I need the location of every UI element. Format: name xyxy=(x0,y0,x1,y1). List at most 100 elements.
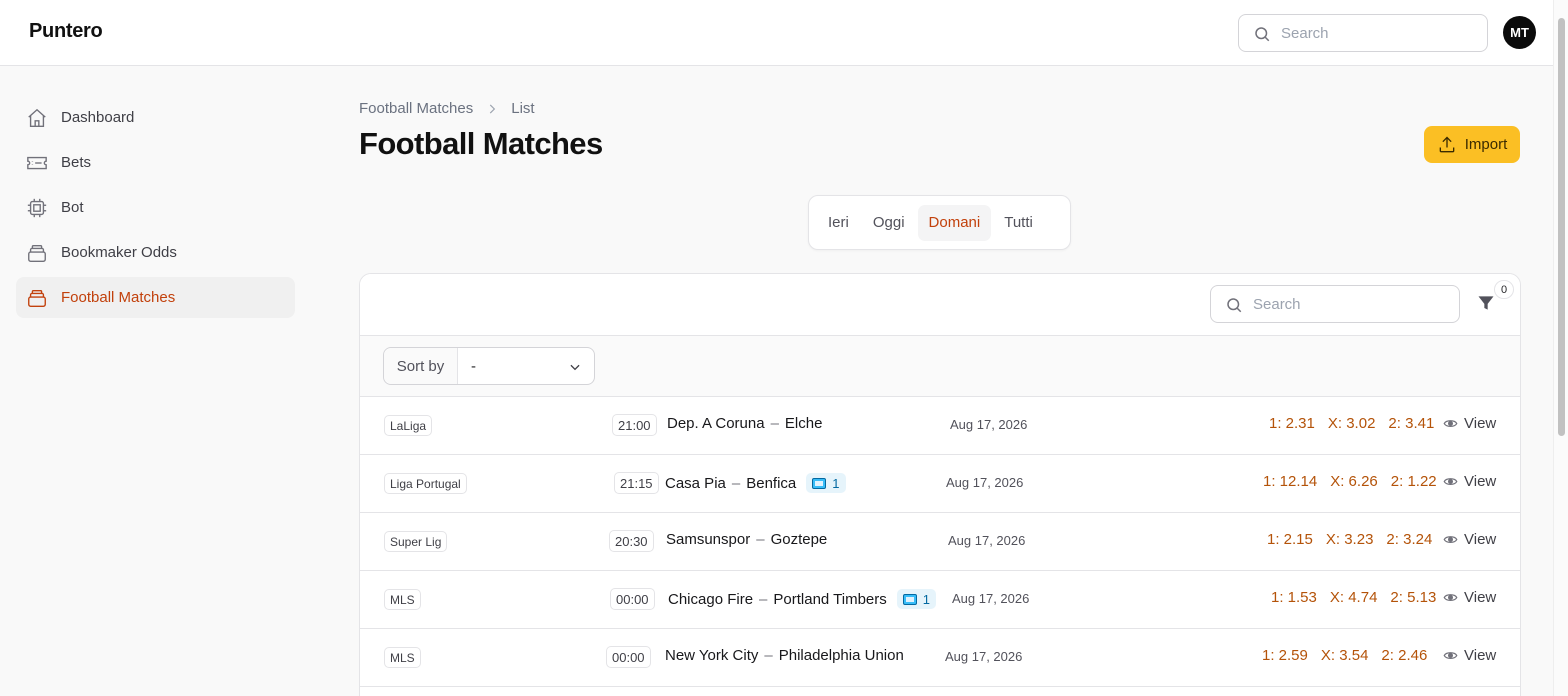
match-teams: New York City – Philadelphia Union xyxy=(665,647,904,664)
search-placeholder: Search xyxy=(1253,296,1301,313)
scrollbar-thumb[interactable] xyxy=(1558,18,1565,436)
odds-home: 1: 2.15 xyxy=(1267,531,1313,548)
away-team: Elche xyxy=(784,415,823,432)
search-icon xyxy=(1227,298,1242,313)
sort-value[interactable]: - xyxy=(458,348,594,384)
view-label: View xyxy=(1464,473,1497,490)
kickoff-time: 20:30 xyxy=(609,530,654,552)
league-badge: LaLiga xyxy=(384,415,433,436)
import-button[interactable]: Import xyxy=(1424,126,1520,163)
match-date: Aug 17, 2026 xyxy=(945,649,1023,664)
sort-value-text: - xyxy=(471,357,476,375)
view-label: View xyxy=(1464,647,1497,664)
breadcrumb-current: List xyxy=(511,100,535,117)
table-row[interactable]: Liga Portugal 21:15 Casa Pia – Benfica 1 A… xyxy=(360,455,1520,513)
sort-bar: Sort by - xyxy=(360,336,1520,397)
home-icon xyxy=(25,106,49,130)
view-link[interactable]: View xyxy=(1443,415,1496,432)
odds-home: 1: 12.14 xyxy=(1263,473,1318,490)
eye-icon xyxy=(1443,594,1458,601)
sidebar-item-football-matches[interactable]: Football Matches xyxy=(16,277,295,318)
sidebar-item-bot[interactable]: Bot xyxy=(16,187,295,228)
sidebar-item-bookmaker-odds[interactable]: Bookmaker Odds xyxy=(16,232,295,273)
table-search-input[interactable]: Search xyxy=(1210,285,1460,323)
filter-button[interactable] xyxy=(1476,293,1496,318)
view-link[interactable]: View xyxy=(1443,473,1496,490)
team-separator: – xyxy=(731,474,741,492)
eye-icon xyxy=(1443,478,1458,485)
odds-away: 2: 3.24 xyxy=(1386,531,1433,548)
view-label: View xyxy=(1464,589,1497,606)
league-badge: MLS xyxy=(384,589,421,610)
tab-tutti[interactable]: Tutti xyxy=(993,205,1044,241)
kickoff-time: 21:00 xyxy=(612,414,657,436)
sidebar-item-dashboard[interactable]: Dashboard xyxy=(16,97,295,138)
team-separator: – xyxy=(770,415,779,432)
sidebar-item-label: Bets xyxy=(61,154,92,171)
breadcrumb-parent-link[interactable]: Football Matches xyxy=(359,100,473,117)
sidebar-item-bets[interactable]: Bets xyxy=(16,142,295,183)
odds-home: 1: 1.53 xyxy=(1271,589,1317,606)
search-placeholder: Search xyxy=(1281,25,1329,42)
sort-select[interactable]: Sort by - xyxy=(383,347,595,385)
tab-ieri[interactable]: Ieri xyxy=(817,205,860,241)
table-row[interactable]: Super Lig 20:30 Samsunspor – Goztepe Aug 1… xyxy=(360,513,1520,571)
cpu-icon xyxy=(25,196,49,220)
table-row[interactable]: MLS 00:00 Chicago Fire – Portland Timbers … xyxy=(360,571,1520,629)
home-team: Chicago Fire xyxy=(668,590,754,608)
page-scrollbar[interactable] xyxy=(1553,0,1568,696)
table-toolbar: Search 0 xyxy=(360,274,1520,336)
view-link[interactable]: View xyxy=(1443,589,1496,606)
match-date: Aug 17, 2026 xyxy=(950,417,1028,432)
tv-count: 1 xyxy=(832,475,840,491)
kickoff-time: 00:00 xyxy=(610,588,655,610)
page-title: Football Matches xyxy=(359,126,603,161)
app-brand[interactable]: Puntero xyxy=(29,20,103,43)
table-row[interactable]: LaLiga 21:00 Dep. A Coruna – Elche Aug 17,… xyxy=(360,397,1520,455)
sidebar-item-label: Football Matches xyxy=(61,289,176,306)
odds-away: 2: 3.41 xyxy=(1388,415,1435,432)
match-teams: Samsunspor – Goztepe xyxy=(666,531,827,548)
odds-away: 2: 1.22 xyxy=(1390,473,1437,490)
tv-badge: 1 xyxy=(896,589,937,609)
odds-draw: X: 3.23 xyxy=(1325,531,1374,548)
user-avatar[interactable]: MT xyxy=(1503,16,1536,49)
match-date: Aug 17, 2026 xyxy=(952,591,1030,606)
stack-icon xyxy=(25,286,49,310)
match-odds: 1: 2.31 X: 3.02 2: 3.41 xyxy=(1269,415,1447,432)
home-team: New York City xyxy=(665,647,759,664)
sidebar-item-label: Dashboard xyxy=(61,109,135,126)
import-label: Import xyxy=(1464,136,1508,153)
team-separator: – xyxy=(759,590,768,608)
match-odds: 1: 2.15 X: 3.23 2: 3.24 xyxy=(1267,531,1445,548)
funnel-icon xyxy=(1478,296,1494,310)
kickoff-time: 21:15 xyxy=(614,472,659,494)
sidebar: Dashboard Bets Bot Bookmaker Odds Footba… xyxy=(16,97,295,322)
chevron-right-icon xyxy=(485,102,499,116)
eye-icon xyxy=(1443,536,1458,543)
breadcrumb: Football Matches List xyxy=(359,100,535,117)
tab-oggi[interactable]: Oggi xyxy=(862,205,916,241)
upload-icon xyxy=(1439,136,1455,152)
odds-away: 2: 2.46 xyxy=(1381,647,1428,664)
odds-draw: X: 6.26 xyxy=(1330,473,1378,490)
away-team: Goztepe xyxy=(770,531,828,548)
ticket-icon xyxy=(25,151,49,175)
tab-domani[interactable]: Domani xyxy=(917,204,992,241)
view-link[interactable]: View xyxy=(1443,647,1496,664)
sidebar-item-label: Bookmaker Odds xyxy=(61,244,177,261)
view-label: View xyxy=(1464,531,1497,548)
table-row[interactable]: MLS 00:00 New York City – Philadelphia Uni… xyxy=(360,629,1520,687)
global-search-input[interactable]: Search xyxy=(1238,14,1488,52)
view-link[interactable]: View xyxy=(1443,531,1496,548)
eye-icon xyxy=(1443,652,1458,659)
sort-label: Sort by xyxy=(384,348,458,384)
match-teams: Casa Pia – Benfica 1 xyxy=(665,473,846,493)
tv-count: 1 xyxy=(922,591,931,607)
odds-away: 2: 5.13 xyxy=(1390,589,1437,606)
team-separator: – xyxy=(764,647,773,664)
tv-icon xyxy=(902,593,917,605)
sidebar-item-label: Bot xyxy=(61,199,84,216)
match-date: Aug 17, 2026 xyxy=(946,475,1024,490)
kickoff-time: 00:00 xyxy=(606,646,651,668)
